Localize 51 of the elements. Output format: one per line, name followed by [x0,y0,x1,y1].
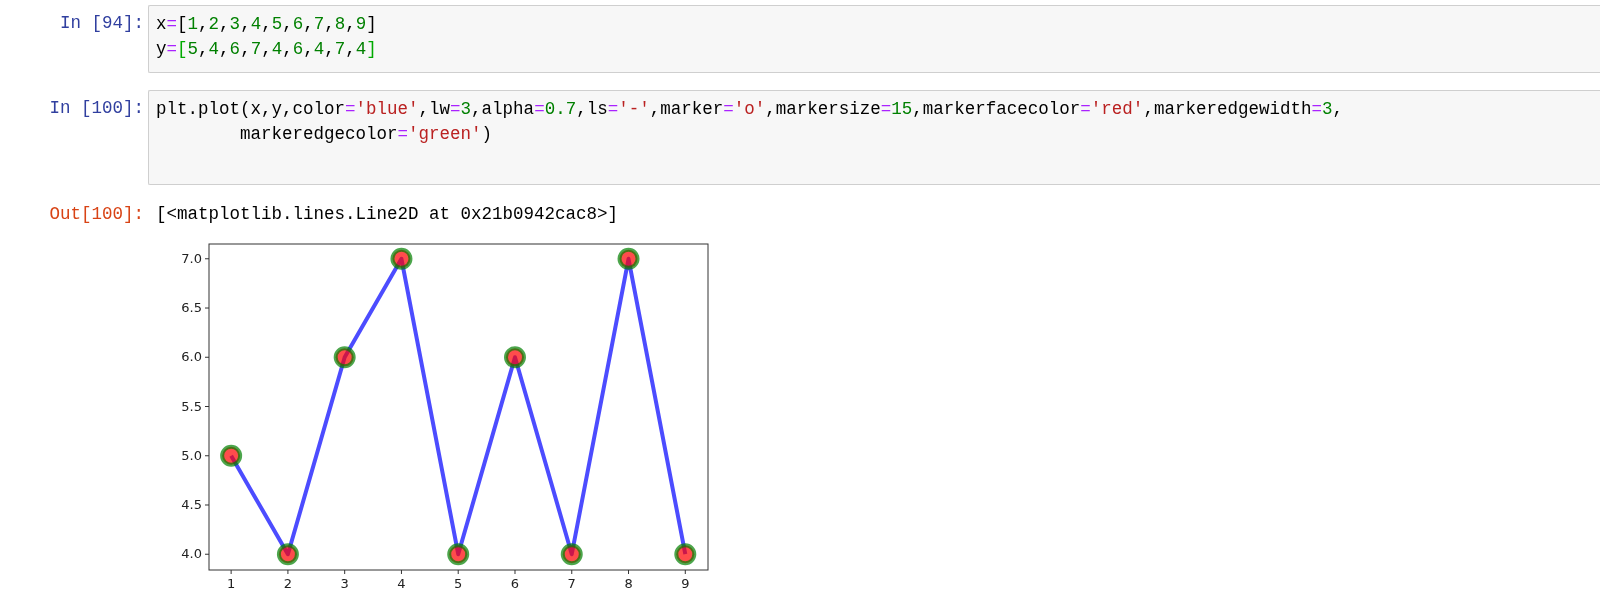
tick-mark [400,569,402,575]
x-tick-label: 9 [681,576,690,591]
input-prompt: In [94]: [60,13,144,33]
input-prompt: In [100]: [49,98,144,118]
tick-mark [684,569,686,575]
y-tick-label: 4.0 [181,546,202,562]
data-point [674,543,697,566]
tick-mark [204,553,210,555]
code-editor[interactable]: x=[1,2,3,4,5,6,7,8,9] y=[5,4,6,7,4,6,4,7,4] [148,5,1600,73]
tick-mark [457,569,459,575]
code-line: markeredgecolor='green') [239,123,494,146]
y-tick-label: 7.0 [181,250,202,266]
tick-mark [204,455,210,457]
tick-mark [628,569,629,575]
tick-mark [230,569,232,575]
code-editor[interactable]: plt.plot(x,y,color='blue',lw=3,alpha=0.7,ls='-',marker='o',markersize=15,markerfacecolor='red',markeredgewidth=3, markeredgecolor='green') [148,90,1600,185]
data-point [560,543,583,566]
x-tick-label: 4 [397,576,406,591]
x-tick-label: 7 [567,576,576,591]
y-tick-label: 5.5 [181,398,202,414]
code-line: x=[1,2,3,4,5,6,7,8,9] [156,13,378,36]
tick-mark [204,307,210,309]
tick-mark [287,569,289,575]
y-tick-label: 5.0 [181,447,202,463]
data-point [276,543,299,566]
x-tick-label: 6 [510,576,520,591]
tick-mark [514,569,516,575]
tick-mark [571,569,573,575]
data-point [390,247,413,270]
tick-mark [204,258,210,260]
tick-mark [204,406,210,407]
code-line: y=[5,4,6,7,4,6,4,7,4] [156,38,378,61]
data-point [333,346,356,369]
x-tick-label: 5 [454,576,463,591]
y-tick-label: 6.5 [181,300,202,315]
data-point [447,543,470,566]
data-point [504,346,526,369]
code-line: plt.plot(x,y,color='blue',lw=3,alpha=0.7,ls='-',marker='o',markersize=15,markerfacecolor='red',markeredgewidth=3, [156,98,1344,121]
x-tick-label: 8 [624,576,633,591]
x-tick-label: 2 [283,576,293,591]
data-point [220,444,243,467]
y-tick-label: 6.0 [181,349,202,365]
x-tick-label: 1 [227,576,236,591]
tick-mark [344,569,346,575]
output-text: [<matplotlib.lines.Line2D at 0x21b0942cac8>] [155,203,619,226]
output-prompt: Out[100]: [49,204,144,224]
tick-mark [204,504,210,506]
x-tick-label: 3 [340,576,349,591]
tick-mark [204,356,210,358]
y-tick-label: 4.5 [181,497,202,512]
data-point [617,247,640,270]
